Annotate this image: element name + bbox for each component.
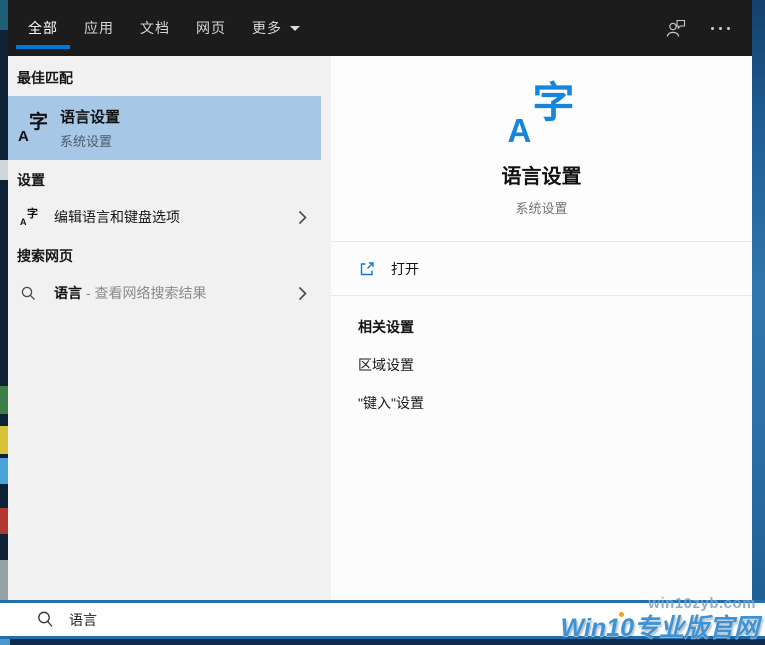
tab-more[interactable]: 更多 <box>239 0 313 56</box>
more-options-button[interactable] <box>699 0 752 56</box>
preview-panel: 字 A 语言设置 系统设置 打开 相关设置 区域设置 "键入"设置 <box>331 56 752 600</box>
ellipsis-icon <box>711 26 730 30</box>
language-settings-icon-large: 字 A <box>507 79 575 149</box>
tab-documents[interactable]: 文档 <box>127 0 183 56</box>
settings-section-header: 设置 <box>17 172 45 188</box>
tab-all[interactable]: 全部 <box>15 0 71 56</box>
preview-subtitle: 系统设置 <box>515 201 568 216</box>
web-query-suffix: - 查看网络搜索结果 <box>82 285 207 301</box>
chevron-right-icon[interactable] <box>298 286 307 301</box>
language-settings-icon: 字 A <box>18 112 49 145</box>
web-search-section-header: 搜索网页 <box>17 248 73 264</box>
related-settings-header: 相关设置 <box>358 319 414 335</box>
best-match-title: 语言设置 <box>60 109 121 126</box>
watermark-brand: Win10专业版官网 <box>560 614 759 642</box>
result-best-match-language-settings[interactable]: 字 A 语言设置 系统设置 <box>8 96 321 160</box>
tab-web-label: 网页 <box>196 20 226 36</box>
search-filter-bar: 全部 应用 文档 网页 更多 <box>8 0 752 56</box>
related-item-typing-settings[interactable]: "键入"设置 <box>358 393 725 413</box>
taskbar-corner <box>0 639 10 645</box>
search-input-text[interactable]: 语言 <box>69 610 97 630</box>
desktop-edge-left <box>0 0 8 645</box>
tab-all-label: 全部 <box>28 20 58 36</box>
best-match-header: 最佳匹配 <box>17 70 73 86</box>
search-results-area: 最佳匹配 字 A 语言设置 系统设置 设置 字 A 编辑语言和键盘选项 搜索网页… <box>8 56 752 600</box>
screen: 全部 应用 文档 网页 更多 最佳匹配 字 A 语言设置 系统设置 设置 字 A… <box>0 0 765 645</box>
open-external-icon <box>360 261 374 275</box>
related-item-region-settings[interactable]: 区域设置 <box>358 355 725 375</box>
tab-apps-label: 应用 <box>84 20 114 36</box>
chevron-down-icon <box>290 25 300 31</box>
preview-title: 语言设置 <box>501 166 582 188</box>
desktop-edge-right <box>752 0 765 645</box>
search-icon <box>21 286 36 300</box>
open-label: 打开 <box>391 260 419 277</box>
chevron-right-icon[interactable] <box>298 210 307 225</box>
watermark-i-dot <box>619 612 624 617</box>
settings-item-label: 编辑语言和键盘选项 <box>54 209 180 225</box>
results-panel: 最佳匹配 字 A 语言设置 系统设置 设置 字 A 编辑语言和键盘选项 搜索网页… <box>8 56 331 600</box>
web-query-text: 语言 <box>54 285 82 301</box>
search-flyout-window: 全部 应用 文档 网页 更多 最佳匹配 字 A 语言设置 系统设置 设置 字 A… <box>8 0 752 600</box>
related-settings-section: 相关设置 区域设置 "键入"设置 <box>331 296 752 434</box>
tab-apps[interactable]: 应用 <box>71 0 127 56</box>
result-edit-language-keyboard-options[interactable]: 字 A 编辑语言和键盘选项 <box>8 198 321 236</box>
best-match-subtitle: 系统设置 <box>60 134 113 149</box>
open-action-row[interactable]: 打开 <box>331 242 752 296</box>
tab-web[interactable]: 网页 <box>183 0 239 56</box>
tab-more-label: 更多 <box>252 20 282 36</box>
result-web-search-language[interactable]: 语言 - 查看网络搜索结果 <box>8 274 321 312</box>
tab-documents-label: 文档 <box>140 20 170 36</box>
feedback-button[interactable] <box>653 0 699 56</box>
search-icon <box>38 611 53 627</box>
feedback-person-icon <box>666 19 686 37</box>
preview-hero: 字 A 语言设置 系统设置 <box>331 56 752 242</box>
language-settings-icon: 字 A <box>20 207 38 227</box>
